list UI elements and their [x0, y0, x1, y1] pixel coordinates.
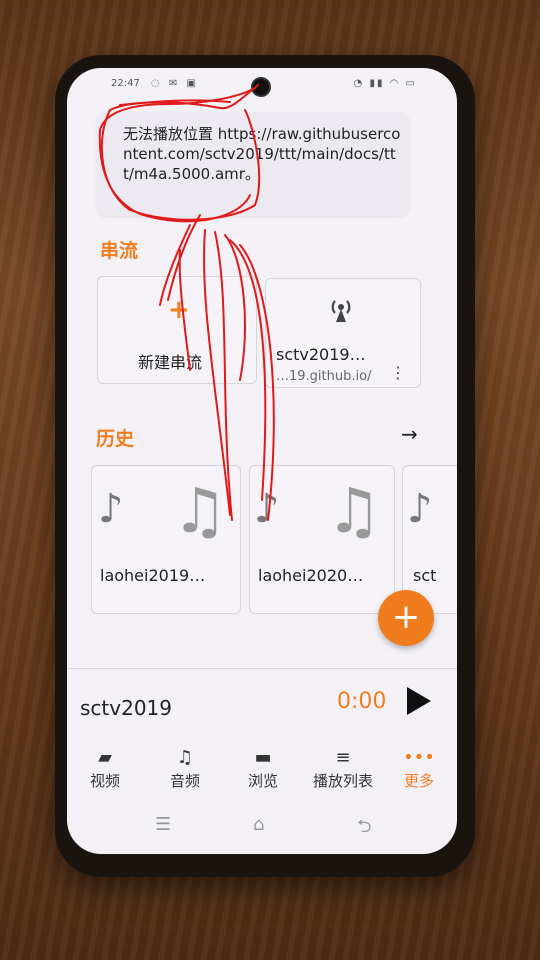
system-navigation-bar: ☰ ⌂ ⮌	[67, 810, 457, 846]
stream-item-card[interactable]: sctv2019… …19.github.io/ ⋮	[265, 278, 421, 388]
nav-item-video[interactable]: ▰ 视频	[75, 746, 135, 791]
new-stream-card[interactable]: + 新建串流	[97, 276, 257, 384]
nav-item-audio[interactable]: ♫ 音频	[155, 746, 215, 791]
mini-player-time: 0:00	[337, 689, 387, 714]
mini-player[interactable]: sctv2019 0:00	[67, 668, 457, 739]
stream-url: …19.github.io/	[276, 369, 372, 384]
folder-icon: ▬	[254, 747, 272, 768]
app-screen: 22:47 ◌ ✉ ▣ ◔ ▮▮ ◠ ▭ 无法播放位置 https://raw.…	[67, 68, 457, 854]
history-item-card[interactable]: ♪ ♫ laohei2019…	[91, 465, 241, 614]
arrow-right-icon[interactable]: →	[401, 422, 418, 446]
nav-item-browse[interactable]: ▬ 浏览	[233, 746, 293, 791]
more-options-icon[interactable]: ⋮	[390, 363, 406, 382]
more-dots-icon: •••	[403, 747, 435, 768]
notification-icons: ◌ ✉ ▣	[151, 78, 199, 89]
music-note-small-icon: ♪	[98, 486, 124, 532]
music-note-large-icon: ♫	[326, 474, 382, 547]
menu-icon[interactable]: ☰	[155, 814, 171, 835]
bottom-navigation: ▰ 视频 ♫ 音频 ▬ 浏览 ≡ 播放列表 ••• 更多	[67, 738, 457, 804]
history-item-name: laohei2020…	[258, 566, 364, 585]
history-item-name: sct	[413, 566, 437, 585]
music-note-icon: ♫	[176, 747, 194, 768]
history-item-card[interactable]: ♪ ♫ laohei2020…	[249, 465, 395, 614]
add-icon: +	[168, 295, 190, 325]
new-stream-label: 新建串流	[138, 353, 203, 372]
snackbar-message: 无法播放位置 https://raw.githubusercontent.com…	[123, 125, 401, 183]
history-item-name: laohei2019…	[100, 566, 206, 585]
nav-item-label: 视频	[89, 772, 120, 790]
video-icon: ▰	[98, 747, 112, 768]
antenna-icon	[331, 300, 351, 322]
front-camera-cutout	[251, 77, 271, 97]
add-fab-button[interactable]: +	[378, 590, 434, 646]
playlist-icon: ≡	[335, 747, 351, 768]
stream-name: sctv2019…	[276, 345, 366, 364]
nav-item-more[interactable]: ••• 更多	[389, 746, 449, 791]
nav-item-label: 浏览	[247, 772, 278, 790]
nav-item-label: 音频	[169, 772, 200, 790]
nav-item-label: 更多	[403, 772, 434, 790]
music-note-small-icon: ♪	[254, 486, 280, 532]
streams-section-title: 串流	[100, 240, 139, 262]
nav-item-label: 播放列表	[312, 772, 373, 790]
nav-item-playlist[interactable]: ≡ 播放列表	[303, 746, 383, 791]
history-section-title: 历史	[96, 428, 135, 450]
music-note-large-icon: ♫	[172, 474, 228, 547]
mini-player-title: sctv2019	[80, 696, 172, 720]
home-icon[interactable]: ⌂	[253, 814, 264, 835]
music-note-small-icon: ♪	[407, 486, 433, 532]
status-time: 22:47	[111, 78, 140, 89]
error-snackbar: 无法播放位置 https://raw.githubusercontent.com…	[97, 112, 409, 216]
system-status-icons: ◔ ▮▮ ◠ ▭	[353, 78, 417, 89]
play-icon[interactable]	[407, 687, 431, 715]
back-icon[interactable]: ⮌	[357, 814, 371, 844]
